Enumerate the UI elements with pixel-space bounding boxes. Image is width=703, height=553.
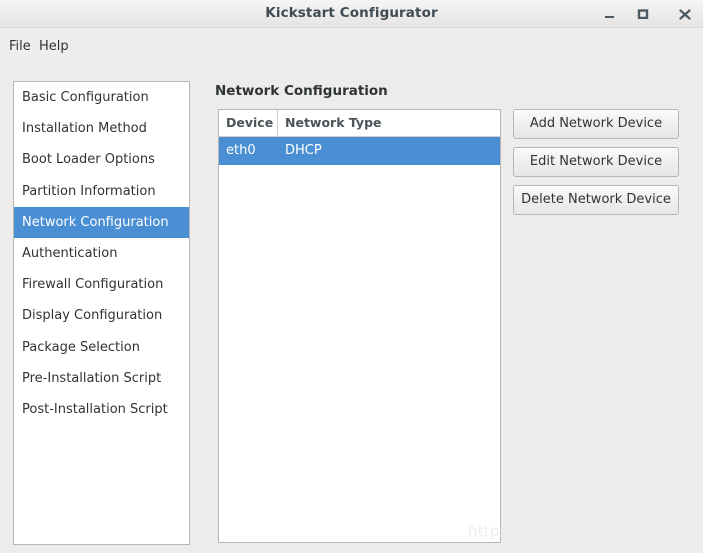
column-header-network-type[interactable]: Network Type: [278, 110, 500, 136]
sidebar-item-partition-information[interactable]: Partition Information: [14, 176, 189, 207]
network-device-table[interactable]: Device Network Type eth0 DHCP: [218, 109, 501, 543]
title-bar: Kickstart Configurator: [0, 0, 703, 28]
sidebar-item-authentication[interactable]: Authentication: [14, 238, 189, 269]
menu-item-file[interactable]: File: [4, 37, 36, 56]
cell-device: eth0: [226, 143, 256, 158]
column-header-device[interactable]: Device: [219, 110, 278, 136]
watermark-text: https://blog.csdn.net/excellent_L: [468, 522, 703, 540]
cell-network-type: DHCP: [285, 143, 322, 158]
sidebar-item-boot-loader-options[interactable]: Boot Loader Options: [14, 144, 189, 175]
application-window: Kickstart Configurator File Help Basic C…: [0, 0, 703, 553]
edit-network-device-button[interactable]: Edit Network Device: [513, 147, 679, 177]
menu-item-help[interactable]: Help: [34, 37, 74, 56]
sidebar-item-post-installation-script[interactable]: Post-Installation Script: [14, 394, 189, 425]
delete-network-device-button[interactable]: Delete Network Device: [513, 185, 679, 215]
sidebar-item-basic-configuration[interactable]: Basic Configuration: [14, 82, 189, 113]
close-button[interactable]: [670, 0, 700, 28]
add-network-device-button[interactable]: Add Network Device: [513, 109, 679, 139]
sidebar-navigation-list[interactable]: Basic Configuration Installation Method …: [13, 81, 190, 545]
menu-bar: File Help: [0, 28, 703, 66]
sidebar-item-pre-installation-script[interactable]: Pre-Installation Script: [14, 363, 189, 394]
page-title: Network Configuration: [215, 83, 388, 99]
sidebar-item-firewall-configuration[interactable]: Firewall Configuration: [14, 269, 189, 300]
sidebar-item-network-configuration[interactable]: Network Configuration: [14, 206, 189, 238]
table-header-row: Device Network Type: [219, 110, 500, 137]
table-row[interactable]: eth0 DHCP: [219, 137, 500, 165]
sidebar-item-installation-method[interactable]: Installation Method: [14, 113, 189, 144]
maximize-button[interactable]: [628, 0, 658, 28]
minimize-button[interactable]: [595, 0, 625, 28]
sidebar-item-package-selection[interactable]: Package Selection: [14, 332, 189, 363]
sidebar-item-display-configuration[interactable]: Display Configuration: [14, 300, 189, 331]
